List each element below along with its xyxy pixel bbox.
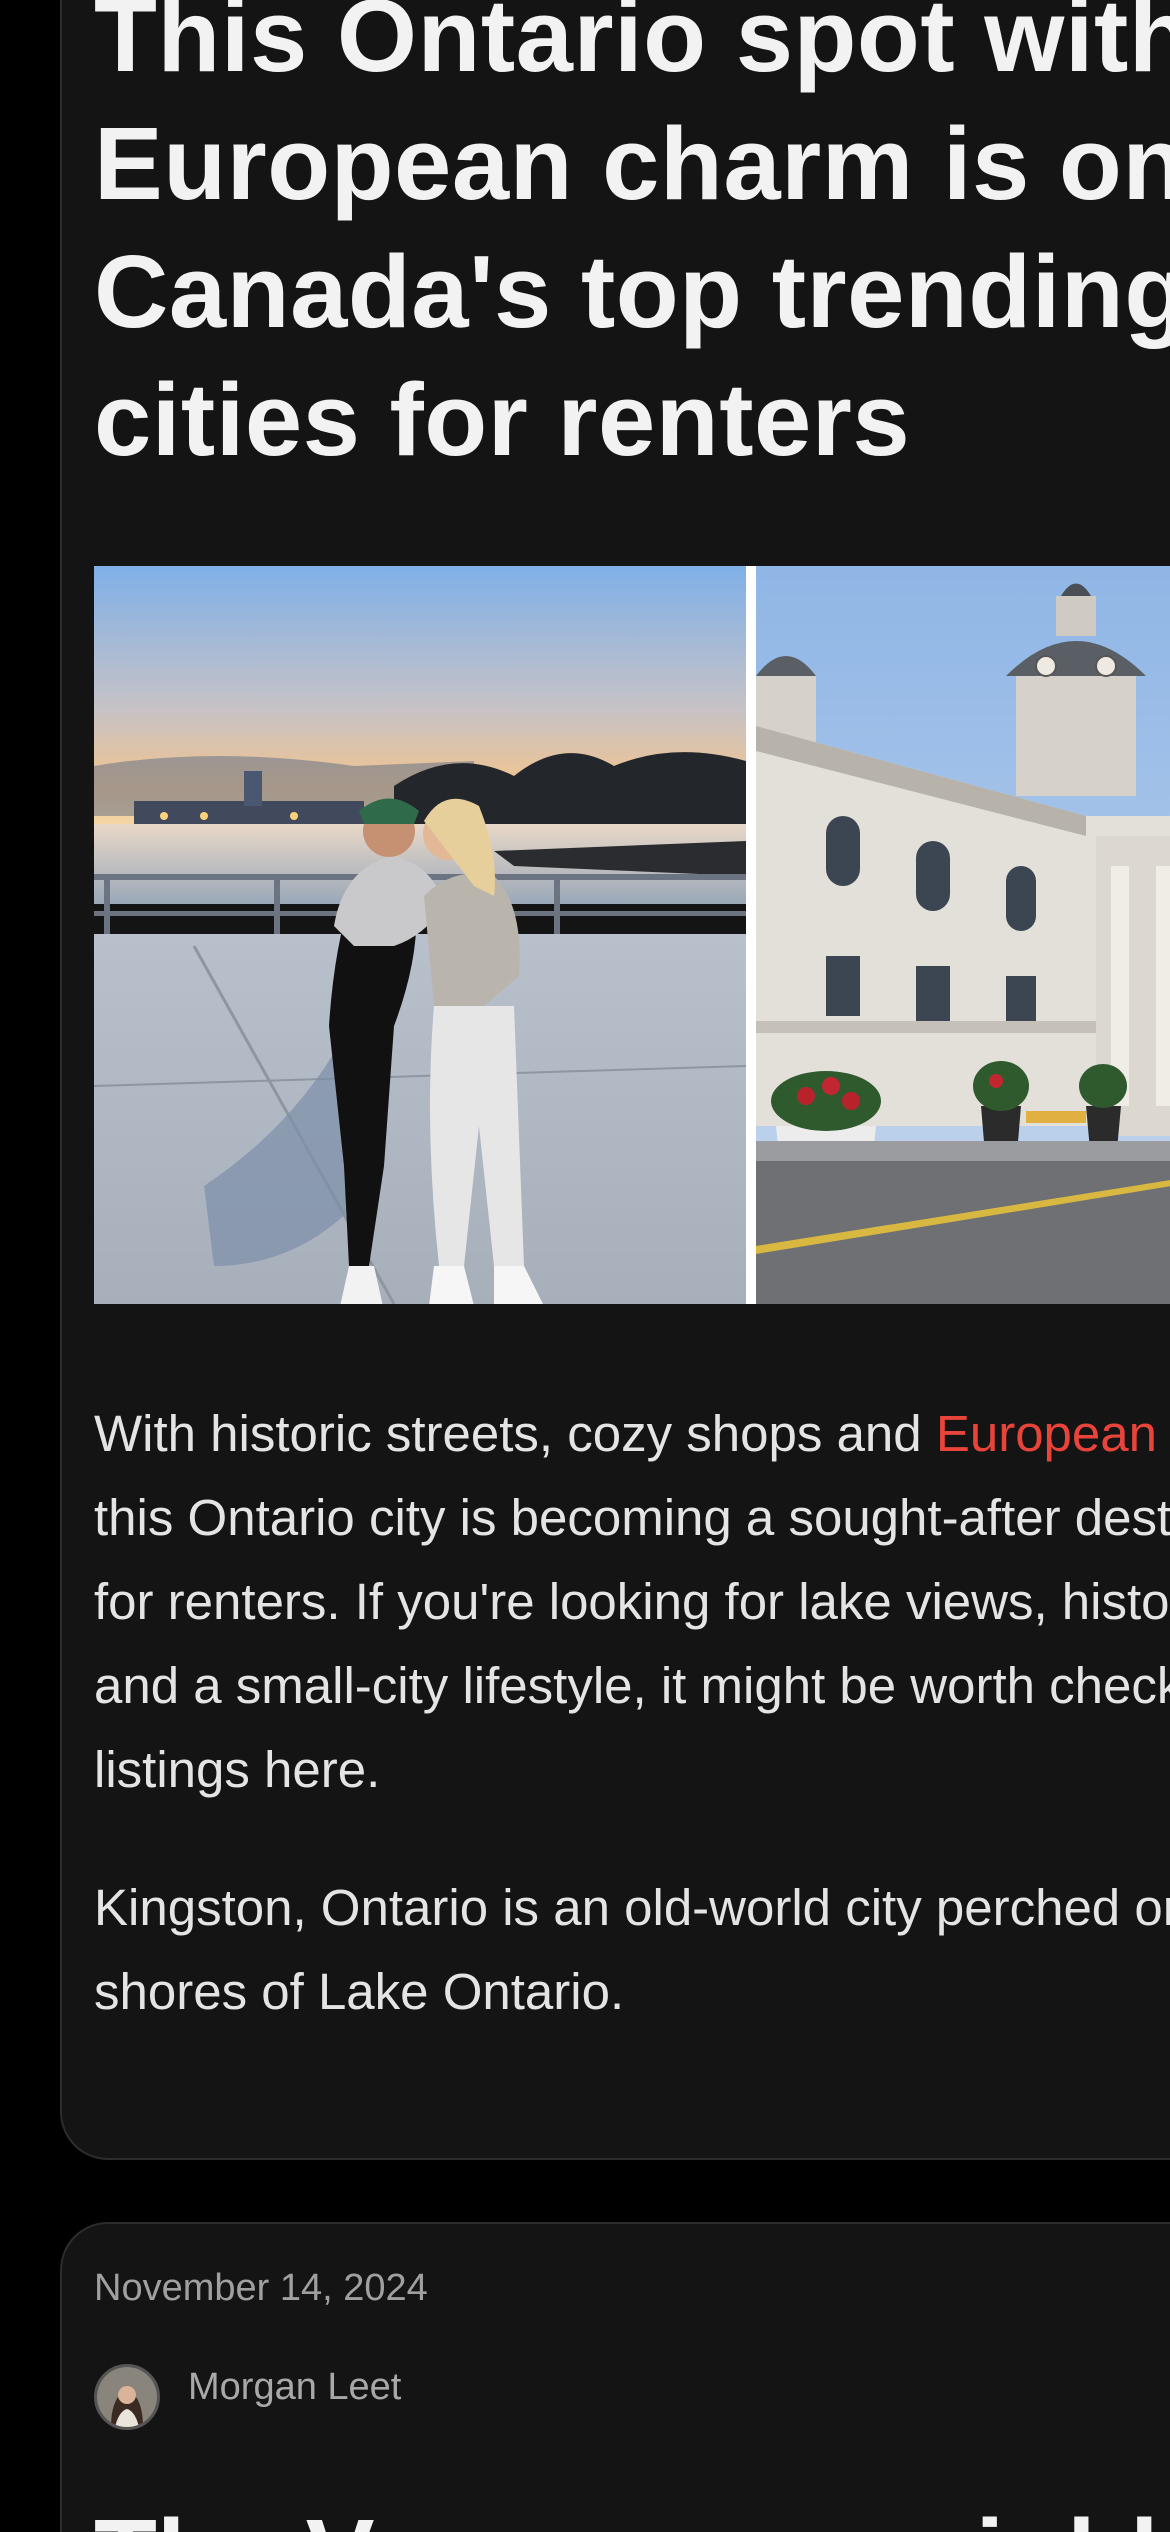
article-title[interactable]: This Ontario spot with European charm is…: [94, 0, 1170, 484]
photo-waterfront-sunset[interactable]: [94, 566, 746, 1304]
paragraph-text-before-link: With historic streets, cozy shops and: [94, 1405, 936, 1462]
next-article-card[interactable]: November 14, 2024 Morgan Leet The Vancou…: [60, 2222, 1170, 2532]
author-avatar[interactable]: [94, 2364, 160, 2430]
author-row[interactable]: Morgan Leet: [94, 2362, 401, 2432]
article-photo-gallery[interactable]: [94, 566, 1170, 1304]
article-paragraph-2: Kingston, Ontario is an old-world city p…: [94, 1879, 1170, 2020]
photo-city-hall[interactable]: [756, 566, 1170, 1304]
photo-two-women-waterfront-sunset-icon: [94, 566, 746, 1304]
feed: This Ontario spot with European charm is…: [0, 0, 1170, 2532]
paragraph-text-after-link: charm, this Ontario city is becoming a s…: [94, 1489, 1170, 1798]
european-link[interactable]: European: [936, 1405, 1157, 1462]
article-date: November 14, 2024: [94, 2267, 428, 2309]
avatar-icon: [97, 2367, 157, 2427]
article-paragraph-1: With historic streets, cozy shops and Eu…: [94, 1392, 1170, 1812]
photo-divider: [746, 566, 756, 1304]
photo-kingston-city-hall-icon: [756, 566, 1170, 1304]
article-card[interactable]: This Ontario spot with European charm is…: [60, 0, 1170, 2160]
author-name[interactable]: Morgan Leet: [188, 2363, 401, 2411]
next-article-title[interactable]: The Vancouver neighbourhood: [94, 2492, 1170, 2532]
